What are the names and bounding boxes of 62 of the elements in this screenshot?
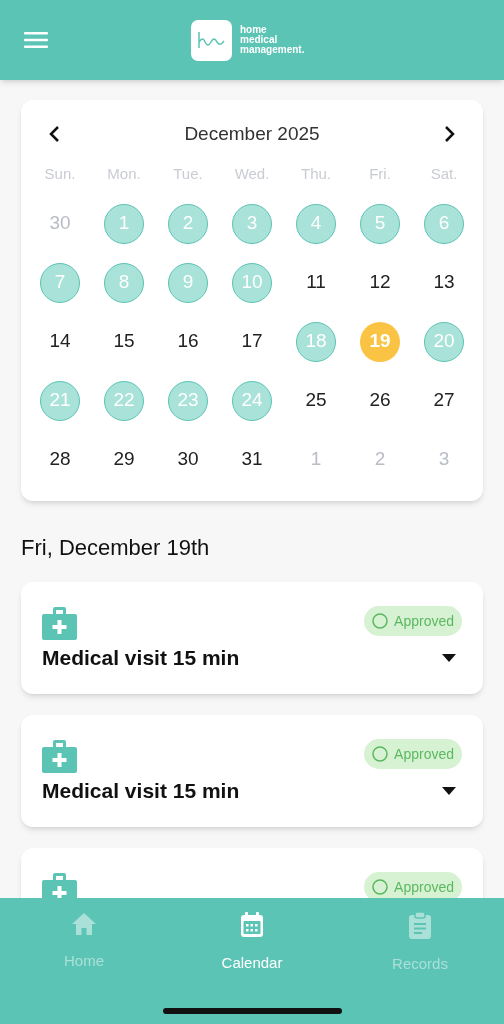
- appointment-title: Medical visit 15 min: [42, 645, 240, 671]
- calendar-day[interactable]: 2: [168, 203, 208, 244]
- previous-month-icon[interactable]: [48, 125, 60, 143]
- calendar-day[interactable]: 15: [104, 321, 144, 362]
- circle-icon: [372, 746, 389, 762]
- calendar-day[interactable]: 3: [232, 203, 272, 244]
- calendar-day[interactable]: 1: [104, 203, 144, 244]
- calendar-day[interactable]: 28: [40, 439, 80, 480]
- dropdown-caret-icon[interactable]: [442, 786, 456, 795]
- status-badge: Approved: [364, 739, 462, 769]
- medical-kit-icon: [42, 739, 77, 773]
- calendar-day[interactable]: 23: [168, 380, 208, 421]
- appointment-card[interactable]: Approved Medical visit 15 min: [21, 582, 483, 694]
- calendar-day[interactable]: 25: [296, 380, 336, 421]
- calendar-day[interactable]: 30: [40, 203, 80, 244]
- calendar-day[interactable]: 19: [360, 321, 400, 362]
- logo-text: home medical management.: [240, 25, 305, 55]
- circle-icon: [372, 613, 389, 629]
- calendar-day[interactable]: 8: [104, 262, 144, 303]
- calendar-day[interactable]: 12: [360, 262, 400, 303]
- calendar-day[interactable]: 2: [360, 439, 400, 480]
- date-heading: Fri, December 19th: [21, 534, 211, 562]
- calendar-day[interactable]: 10: [232, 262, 272, 303]
- calendar-day[interactable]: 29: [104, 439, 144, 480]
- calendar-day[interactable]: 27: [424, 380, 464, 421]
- calendar-day[interactable]: 9: [168, 262, 208, 303]
- calendar-day[interactable]: 16: [168, 321, 208, 362]
- status-badge: Approved: [364, 606, 462, 636]
- calendar-day[interactable]: 18: [296, 321, 336, 362]
- calendar-day[interactable]: 11: [296, 262, 336, 303]
- calendar-icon: [240, 912, 264, 938]
- calendar-day[interactable]: 4: [296, 203, 336, 244]
- calendar-day[interactable]: 6: [424, 203, 464, 244]
- appointment-card[interactable]: Approved: [21, 848, 483, 898]
- calendar-day[interactable]: 3: [424, 439, 464, 480]
- calendar-day[interactable]: 1: [296, 439, 336, 480]
- clipboard-icon: [409, 912, 431, 939]
- next-month-icon[interactable]: [444, 125, 456, 143]
- home-icon: [71, 912, 97, 936]
- calendar-day[interactable]: 26: [360, 380, 400, 421]
- calendar-day[interactable]: 5: [360, 203, 400, 244]
- month-title: December 2025: [184, 121, 320, 146]
- calendar-day[interactable]: 24: [232, 380, 272, 421]
- calendar-day[interactable]: 17: [232, 321, 272, 362]
- status-badge: Approved: [364, 872, 462, 898]
- calendar-day[interactable]: 14: [40, 321, 80, 362]
- calendar-day[interactable]: 21: [40, 380, 80, 421]
- medical-kit-icon: [42, 606, 77, 640]
- calendar-day[interactable]: 22: [104, 380, 144, 421]
- circle-icon: [372, 879, 389, 895]
- appointment-title: Medical visit 15 min: [42, 778, 240, 804]
- nav-tab[interactable]: Calendar: [168, 912, 336, 976]
- nav-tab[interactable]: Records: [336, 912, 504, 976]
- nav-tab[interactable]: Home: [0, 912, 168, 976]
- logo-icon: [191, 19, 232, 61]
- calendar-day[interactable]: 31: [232, 439, 272, 480]
- calendar-day[interactable]: 7: [40, 262, 80, 303]
- calendar-day[interactable]: 13: [424, 262, 464, 303]
- calendar-day[interactable]: 20: [424, 321, 464, 362]
- calendar-day[interactable]: 30: [168, 439, 208, 480]
- dropdown-caret-icon[interactable]: [442, 653, 456, 662]
- appointment-card[interactable]: Approved Medical visit 15 min: [21, 715, 483, 827]
